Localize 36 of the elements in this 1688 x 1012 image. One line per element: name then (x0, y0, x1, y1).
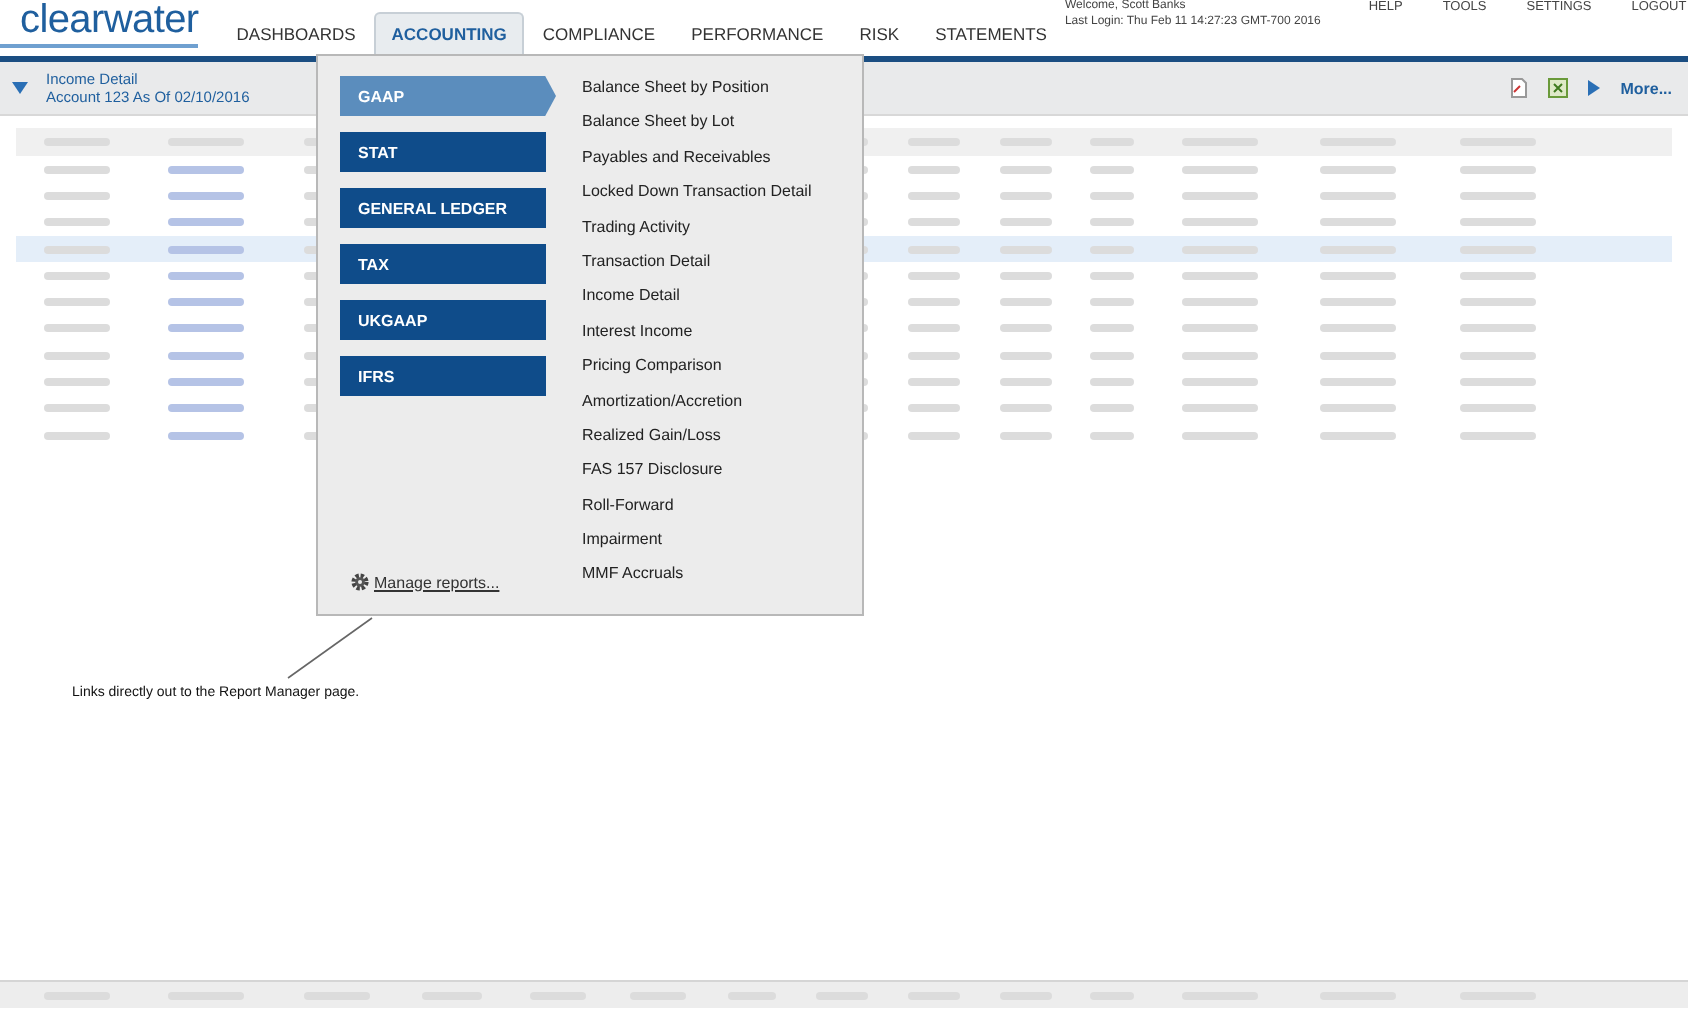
category-button[interactable]: GENERAL LEDGER (340, 188, 546, 228)
category-button[interactable]: IFRS (340, 356, 546, 396)
nav-tab[interactable]: PERFORMANCE (673, 12, 842, 56)
play-icon[interactable] (1588, 80, 1601, 96)
logo: clearwater (0, 0, 199, 48)
category-button[interactable]: GAAP (340, 76, 556, 116)
more-link[interactable]: More... (1620, 79, 1672, 97)
category-button[interactable]: UKGAAP (340, 300, 546, 340)
report-menu-item[interactable]: Realized Gain/Loss (582, 425, 812, 461)
report-menu-item[interactable]: Pricing Comparison (582, 356, 812, 392)
report-menu-item[interactable]: Roll-Forward (582, 495, 812, 531)
gear-icon[interactable] (350, 572, 370, 592)
report-menu-item[interactable]: Income Detail (582, 286, 812, 322)
report-menu-item[interactable]: Impairment (582, 530, 812, 565)
report-menu-item[interactable]: Balance Sheet by Lot (582, 112, 812, 148)
category-button[interactable]: TAX (340, 244, 546, 284)
spreadsheet-icon[interactable] (1548, 78, 1569, 98)
report-menu-item[interactable]: Balance Sheet by Position (582, 78, 812, 113)
category-button[interactable]: STAT (340, 132, 546, 172)
document-icon[interactable] (1510, 78, 1529, 98)
caret-icon[interactable] (12, 82, 28, 94)
nav-tab[interactable]: DASHBOARDS (218, 12, 374, 56)
nav-tab[interactable]: STATEMENTS (917, 12, 1065, 56)
nav-tab[interactable]: COMPLIANCE (524, 12, 674, 56)
report-menu-item[interactable]: Payables and Receivables (582, 147, 812, 183)
report-menu-item[interactable]: MMF Accruals (582, 564, 812, 600)
manage-reports-link[interactable]: Manage reports... (374, 573, 500, 591)
report-menu-item[interactable]: Transaction Detail (582, 251, 812, 287)
nav-tab[interactable]: RISK (841, 12, 918, 56)
report-menu-item[interactable]: Amortization/Accretion (582, 391, 812, 426)
report-menu-item[interactable]: Interest Income (582, 321, 812, 357)
report-menu-item[interactable]: Trading Activity (582, 217, 812, 252)
leader-line (287, 617, 373, 679)
report-menu-item[interactable]: Locked Down Transaction Detail (582, 182, 812, 218)
report-menu-item[interactable]: FAS 157 Disclosure (582, 460, 812, 496)
nav-tab[interactable]: ACCOUNTING (373, 12, 525, 56)
